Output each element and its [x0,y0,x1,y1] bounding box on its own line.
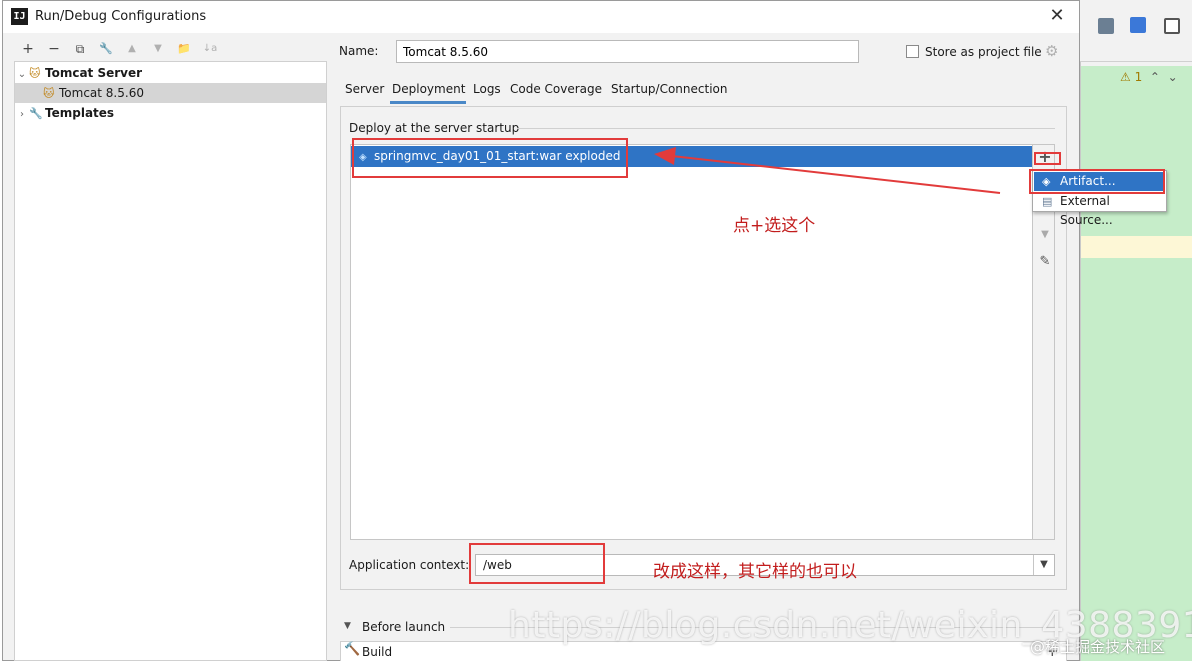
annotation-context-note: 改成这样，其它样的也可以 [653,562,857,582]
annotation-arrow [654,147,1001,194]
annotation-plus-note: 点+选这个 [733,216,816,236]
juejin-watermark: @稀土掘金技术社区 [1030,638,1166,656]
